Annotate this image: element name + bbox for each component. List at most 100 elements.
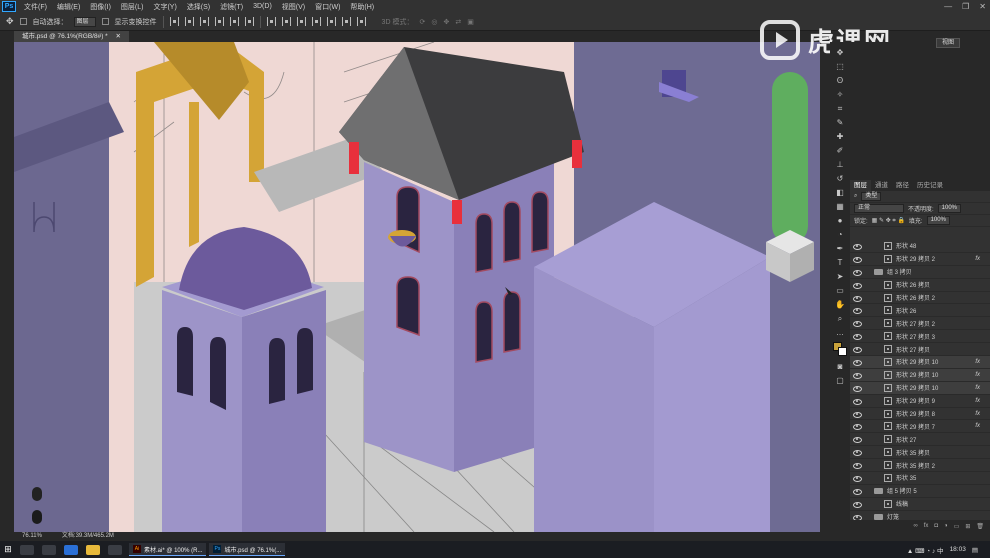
visibility-eye-icon[interactable] (852, 332, 862, 341)
align-center-icon[interactable] (229, 17, 239, 26)
layer-row[interactable]: 形状 26 拷贝 2 (850, 292, 990, 305)
taskbar-app-photoshop[interactable]: Ps 城市.psd @ 76.1%(... (209, 543, 286, 556)
align-right-icon[interactable] (244, 17, 254, 26)
tab-layers[interactable]: 图层 (850, 180, 871, 191)
auto-select-checkbox[interactable] (19, 18, 27, 25)
auto-align-icon[interactable] (356, 17, 366, 26)
blend-mode-dropdown[interactable]: 正常 (854, 204, 904, 213)
document-tab[interactable]: 城市.psd @ 76.1%(RGB/8#) * ✕ (14, 31, 129, 42)
menu-view[interactable]: 视图(V) (277, 2, 310, 12)
visibility-eye-icon[interactable] (852, 435, 862, 444)
menu-type[interactable]: 文字(Y) (148, 2, 181, 12)
fx-icon[interactable]: fx (924, 523, 929, 529)
visibility-eye-icon[interactable] (852, 461, 862, 470)
layer-row[interactable]: 形状 27 拷贝 (850, 343, 990, 357)
tab-channels[interactable]: 通道 (871, 180, 892, 191)
delete-layer-icon[interactable]: 🗑 (976, 523, 984, 530)
visibility-eye-icon[interactable] (852, 294, 862, 302)
tab-history[interactable]: 历史记录 (913, 180, 947, 191)
visibility-eye-icon[interactable] (852, 397, 862, 405)
menu-file[interactable]: 文件(F) (19, 2, 52, 12)
layer-row[interactable]: 形状 26 (850, 304, 990, 318)
menu-help[interactable]: 帮助(H) (345, 2, 379, 12)
more-tools-icon[interactable]: … (835, 328, 845, 338)
layer-row[interactable]: 形状 29 拷贝 2 fx (850, 253, 990, 266)
align-top-icon[interactable] (169, 17, 179, 26)
explorer-icon[interactable] (86, 544, 100, 555)
eraser-tool-icon[interactable]: ◧ (835, 188, 845, 198)
auto-select-dropdown[interactable]: 图层 (73, 16, 96, 27)
eyedropper-tool-icon[interactable]: ✎ (835, 118, 845, 128)
pen-tool-icon[interactable]: ✒ (835, 244, 845, 254)
distribute-middle-icon[interactable] (281, 17, 291, 26)
layer-row[interactable]: 形状 29 拷贝 9 fx (850, 395, 990, 408)
layer-row[interactable]: 组 5 拷贝 5 (850, 485, 990, 498)
marquee-tool-icon[interactable]: ⬚ (835, 62, 845, 72)
close-icon[interactable]: ✕ (979, 2, 986, 11)
menu-edit[interactable]: 编辑(E) (52, 2, 85, 12)
canvas-area[interactable] (14, 42, 820, 532)
gradient-tool-icon[interactable]: ▦ (835, 202, 845, 212)
3d-roll-icon[interactable]: ◎ (431, 18, 437, 26)
distribute-center-icon[interactable] (326, 17, 336, 26)
search-icon[interactable] (20, 544, 34, 555)
layer-row[interactable]: 形状 35 拷贝 2 (850, 459, 990, 473)
layer-row[interactable]: 形状 35 (850, 472, 990, 485)
align-left-icon[interactable] (214, 17, 224, 26)
background-color[interactable] (838, 347, 847, 356)
layer-row[interactable]: 组 3 拷贝 (850, 266, 990, 279)
visibility-eye-icon[interactable] (852, 255, 862, 263)
move-tool-icon[interactable]: ✥ (835, 48, 845, 58)
distribute-top-icon[interactable] (266, 17, 276, 26)
swatch-v-icon[interactable] (32, 487, 42, 501)
visibility-eye-icon[interactable] (852, 345, 862, 354)
notification-icon[interactable]: ▤ (972, 546, 978, 554)
visibility-eye-icon[interactable] (852, 448, 862, 457)
adjustment-icon[interactable]: ◑ (944, 523, 948, 529)
visibility-eye-icon[interactable] (852, 319, 862, 328)
windows-start-icon[interactable]: ⊞ (0, 541, 16, 558)
clock[interactable]: 18:03 (950, 546, 966, 553)
minimize-icon[interactable]: — (944, 2, 952, 11)
visibility-eye-icon[interactable] (852, 422, 862, 431)
blur-tool-icon[interactable]: ● (835, 216, 845, 226)
distribute-bottom-icon[interactable] (296, 17, 306, 26)
visibility-eye-icon[interactable] (852, 474, 862, 482)
hand-tool-icon[interactable]: ✋ (835, 300, 845, 310)
stamp-tool-icon[interactable]: ⊥ (835, 160, 845, 170)
align-bottom-icon[interactable] (199, 17, 209, 26)
visibility-eye-icon[interactable] (852, 281, 862, 289)
maximize-icon[interactable]: ❐ (962, 2, 969, 11)
layer-fx-badge[interactable]: fx (975, 423, 980, 429)
layer-row[interactable]: 线稿 (850, 498, 990, 511)
visibility-eye-icon[interactable] (852, 306, 862, 315)
shape-tool-icon[interactable]: ▭ (835, 286, 845, 296)
layer-row[interactable]: 形状 27 (850, 433, 990, 447)
3d-slide-icon[interactable]: ⇄ (455, 18, 461, 26)
fill-input[interactable]: 100% (926, 216, 950, 225)
transform-controls-checkbox[interactable] (101, 18, 109, 25)
align-middle-icon[interactable] (184, 17, 194, 26)
crop-tool-icon[interactable]: ⌗ (835, 104, 845, 114)
layer-fx-badge[interactable]: fx (975, 411, 980, 417)
menu-3d[interactable]: 3D(D) (248, 3, 277, 10)
opacity-input[interactable]: 100% (937, 204, 962, 213)
browser-icon[interactable] (64, 544, 78, 555)
zoom-level[interactable]: 76.11% (22, 532, 42, 541)
layer-row[interactable]: 形状 29 拷贝 10 fx (850, 356, 990, 369)
distribute-right-icon[interactable] (341, 17, 351, 26)
mask-icon[interactable]: ◘ (934, 523, 938, 529)
layer-row[interactable]: 灯笼 (850, 511, 990, 520)
layer-row[interactable]: 形状 29 拷贝 7 fx (850, 420, 990, 434)
layer-fx-badge[interactable]: fx (975, 398, 980, 404)
magic-wand-tool-icon[interactable]: ✧ (835, 90, 845, 100)
healing-tool-icon[interactable]: ✚ (835, 132, 845, 142)
screen-mode-icon[interactable]: ▢ (835, 376, 845, 386)
visibility-eye-icon[interactable] (852, 268, 862, 276)
swatch-dark-icon[interactable] (32, 510, 42, 524)
visibility-eye-icon[interactable] (852, 371, 862, 379)
view-button[interactable]: 视图 (936, 38, 960, 48)
type-tool-icon[interactable]: T (835, 258, 845, 268)
new-group-icon[interactable]: ▭ (954, 523, 960, 530)
new-layer-icon[interactable]: ⊞ (965, 523, 970, 530)
